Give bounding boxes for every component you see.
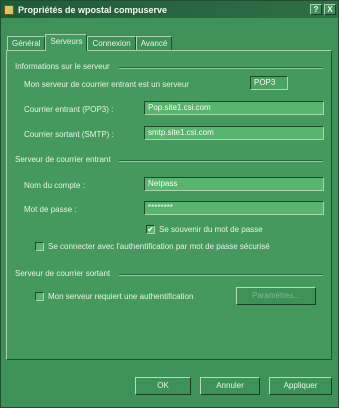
remember-password-checkbox[interactable]: ✔ [146, 225, 155, 234]
properties-dialog: Propriétés de wpostal compuserve ? X Gén… [0, 0, 339, 408]
incoming-type-field: POP3 [250, 76, 288, 90]
cancel-button[interactable]: Annuler [200, 377, 260, 395]
incoming-type-label: Mon serveur de courrier entrant est un s… [24, 80, 189, 89]
outgoing-divider [119, 274, 323, 276]
tab-general[interactable]: Général [7, 36, 46, 50]
outgoing-server-label: Courrier sortant (SMTP) : [24, 130, 114, 139]
apply-button[interactable]: Appliquer [269, 377, 332, 395]
password-label: Mot de passe : [24, 205, 77, 214]
close-button[interactable]: X [324, 4, 336, 15]
incoming-divider [119, 160, 323, 162]
tab-connection[interactable]: Connexion [87, 36, 136, 50]
remember-password-label: Se souvenir du mot de passe [159, 225, 263, 234]
app-icon [4, 4, 14, 15]
outgoing-server-input[interactable]: smtp.site1.csi.com [144, 126, 324, 140]
spa-label: Se connecter avec l'authentification par… [48, 242, 270, 251]
incoming-server-input[interactable]: Pop.site1.csi.com [144, 101, 324, 115]
smtp-auth-label: Mon serveur requiert une authentificatio… [48, 292, 194, 301]
account-label: Nom du compte : [24, 181, 85, 190]
tab-servers[interactable]: Serveurs [45, 34, 88, 51]
spa-checkbox[interactable] [35, 242, 44, 251]
tab-strip: Général Serveurs Connexion Avancé [7, 34, 173, 51]
tab-advanced[interactable]: Avancé [135, 36, 173, 50]
smtp-auth-checkbox[interactable] [35, 292, 44, 301]
server-info-divider [119, 67, 323, 69]
servers-panel: Informations sur le serveur Mon serveur … [6, 50, 332, 360]
window-title: Propriétés de wpostal compuserve [18, 4, 168, 15]
settings-button[interactable]: Paramètres... [236, 287, 316, 305]
account-name-input[interactable]: Netpass [144, 177, 324, 191]
incoming-server-label: Courrier entrant (POP3) : [24, 105, 114, 114]
incoming-group-label: Serveur de courrier entrant [15, 155, 111, 164]
password-input[interactable]: ******** [144, 201, 324, 215]
title-bar[interactable]: Propriétés de wpostal compuserve ? X [1, 1, 338, 18]
outgoing-group-label: Serveur de courrier sortant [15, 269, 111, 278]
ok-button[interactable]: OK [135, 377, 191, 395]
server-info-group-label: Informations sur le serveur [15, 62, 110, 71]
help-button[interactable]: ? [310, 4, 322, 15]
